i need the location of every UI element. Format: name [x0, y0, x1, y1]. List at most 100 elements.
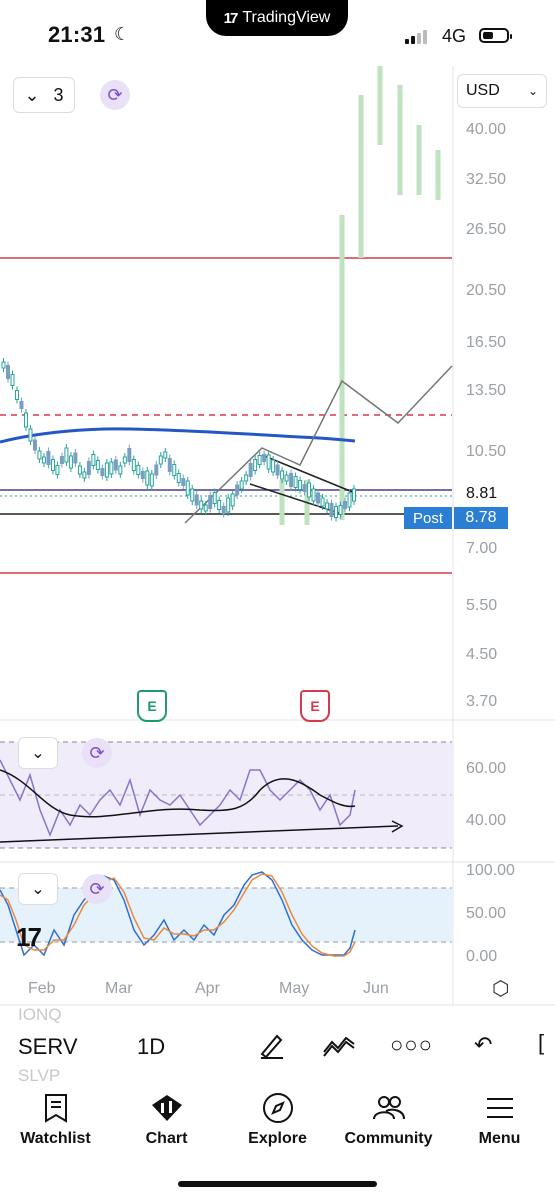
candle-body	[194, 494, 199, 506]
candle-body	[244, 474, 249, 482]
candle-body	[262, 454, 267, 462]
candle-body	[329, 503, 334, 517]
earnings-marker[interactable]: E	[137, 690, 167, 722]
candle-body	[266, 454, 271, 470]
candle-body	[307, 482, 312, 498]
candle-body	[343, 501, 348, 509]
candle-body	[32, 439, 37, 451]
candle-body	[248, 463, 253, 477]
candle-body	[41, 456, 46, 464]
candle-body	[203, 504, 208, 512]
price-chart[interactable]	[0, 0, 555, 1010]
candle-body	[158, 455, 163, 465]
nav-label: Explore	[248, 1130, 307, 1147]
price-axis-label: 7.00	[466, 540, 498, 557]
candle-body	[257, 455, 262, 465]
price-axis-label: 5.50	[466, 597, 498, 614]
candle-body	[226, 497, 231, 513]
interval-count: 3	[53, 84, 64, 105]
candle-body	[167, 458, 172, 472]
candle-body	[298, 480, 303, 490]
candle-body	[154, 464, 159, 476]
candle-body	[14, 390, 19, 400]
more-icon[interactable]: ○○○	[390, 1032, 433, 1058]
undo-icon[interactable]: ↶	[474, 1032, 492, 1058]
price-axis-label: 4.50	[466, 646, 498, 663]
price-axis-label: 16.50	[466, 334, 507, 351]
stoch-axis-label: 0.00	[466, 948, 498, 965]
candle-body	[275, 464, 280, 476]
ghost-symbol-below: SLVP	[18, 1066, 61, 1085]
candle-body	[23, 412, 28, 428]
candle-body	[208, 495, 213, 509]
x-axis-label: Apr	[195, 980, 220, 997]
sync-icon[interactable]: ⟳	[82, 738, 112, 768]
price-axis-label: 3.70	[466, 693, 498, 710]
candle-body	[334, 506, 339, 518]
interval-dropdown[interactable]: ⌄ 3	[13, 77, 75, 113]
candle-body	[221, 506, 226, 514]
nav-menu[interactable]: Menu	[444, 1086, 555, 1156]
candle-body	[127, 448, 132, 462]
symbol-button[interactable]: SERV	[18, 1034, 78, 1060]
candle-body	[235, 484, 240, 496]
rsi-axis-label: 40.00	[466, 812, 507, 829]
currency-select[interactable]: USD ⌄	[457, 74, 547, 108]
interval-button[interactable]: 1D	[137, 1034, 165, 1060]
candle-body	[347, 492, 352, 508]
candle-body	[55, 465, 60, 475]
chevron-down-icon: ⌄	[527, 84, 538, 98]
chart-icon	[150, 1092, 184, 1124]
sync-icon[interactable]: ⟳	[100, 80, 130, 110]
candle-body	[100, 468, 105, 476]
nav-label: Chart	[145, 1130, 188, 1147]
candle-body	[10, 374, 15, 386]
candle-body	[181, 478, 186, 486]
candle-body	[104, 462, 109, 478]
candle-body	[253, 459, 258, 471]
last-price-label: 8.81	[466, 485, 498, 502]
sync-icon[interactable]: ⟳	[82, 874, 112, 904]
rsi-axis-label: 60.00	[466, 760, 507, 777]
nav-community[interactable]: Community	[333, 1086, 444, 1156]
nav-label: Community	[344, 1130, 433, 1147]
nav-label: Menu	[478, 1130, 521, 1147]
candle-body	[1, 361, 6, 369]
earnings-marker[interactable]: E	[300, 690, 330, 722]
nav-chart[interactable]: Chart	[111, 1086, 222, 1156]
menu-icon	[486, 1092, 514, 1124]
draw-tool-icon[interactable]	[257, 1030, 287, 1066]
candle-body	[140, 471, 145, 479]
candle-body	[113, 459, 118, 471]
price-axis-label: 13.50	[466, 382, 507, 399]
candles	[1, 358, 357, 522]
nav-watchlist[interactable]: Watchlist	[0, 1086, 111, 1156]
moving-average-line	[0, 427, 356, 444]
candle-body	[145, 470, 150, 486]
candle-body	[311, 488, 316, 502]
stoch-axis-label: 50.00	[466, 905, 507, 922]
price-axis-label: 20.50	[466, 282, 507, 299]
nav-explore[interactable]: Explore	[222, 1086, 333, 1156]
price-axis-label: 40.00	[466, 121, 507, 138]
candle-body	[64, 447, 69, 463]
candle-body	[320, 497, 325, 507]
candle-body	[280, 470, 285, 480]
post-market-price: 8.78	[454, 507, 508, 529]
price-axis-label: 26.50	[466, 221, 507, 238]
candle-body	[59, 456, 64, 464]
currency-label: USD	[466, 82, 500, 99]
candle-body	[293, 476, 298, 488]
candle-body	[302, 484, 307, 492]
candle-body	[50, 459, 55, 471]
rsi-collapse-button[interactable]: ⌄	[18, 737, 58, 769]
candle-body	[172, 464, 177, 476]
candle-body	[352, 488, 357, 502]
stoch-collapse-button[interactable]: ⌄	[18, 873, 58, 905]
fullscreen-icon[interactable]: [	[538, 1030, 544, 1056]
settings-hexagon-icon[interactable]: ⬡	[492, 976, 509, 1001]
x-axis-label: Mar	[105, 980, 133, 997]
indicators-icon[interactable]	[322, 1032, 356, 1064]
post-market-label: Post	[404, 507, 452, 529]
candle-body	[73, 452, 78, 464]
